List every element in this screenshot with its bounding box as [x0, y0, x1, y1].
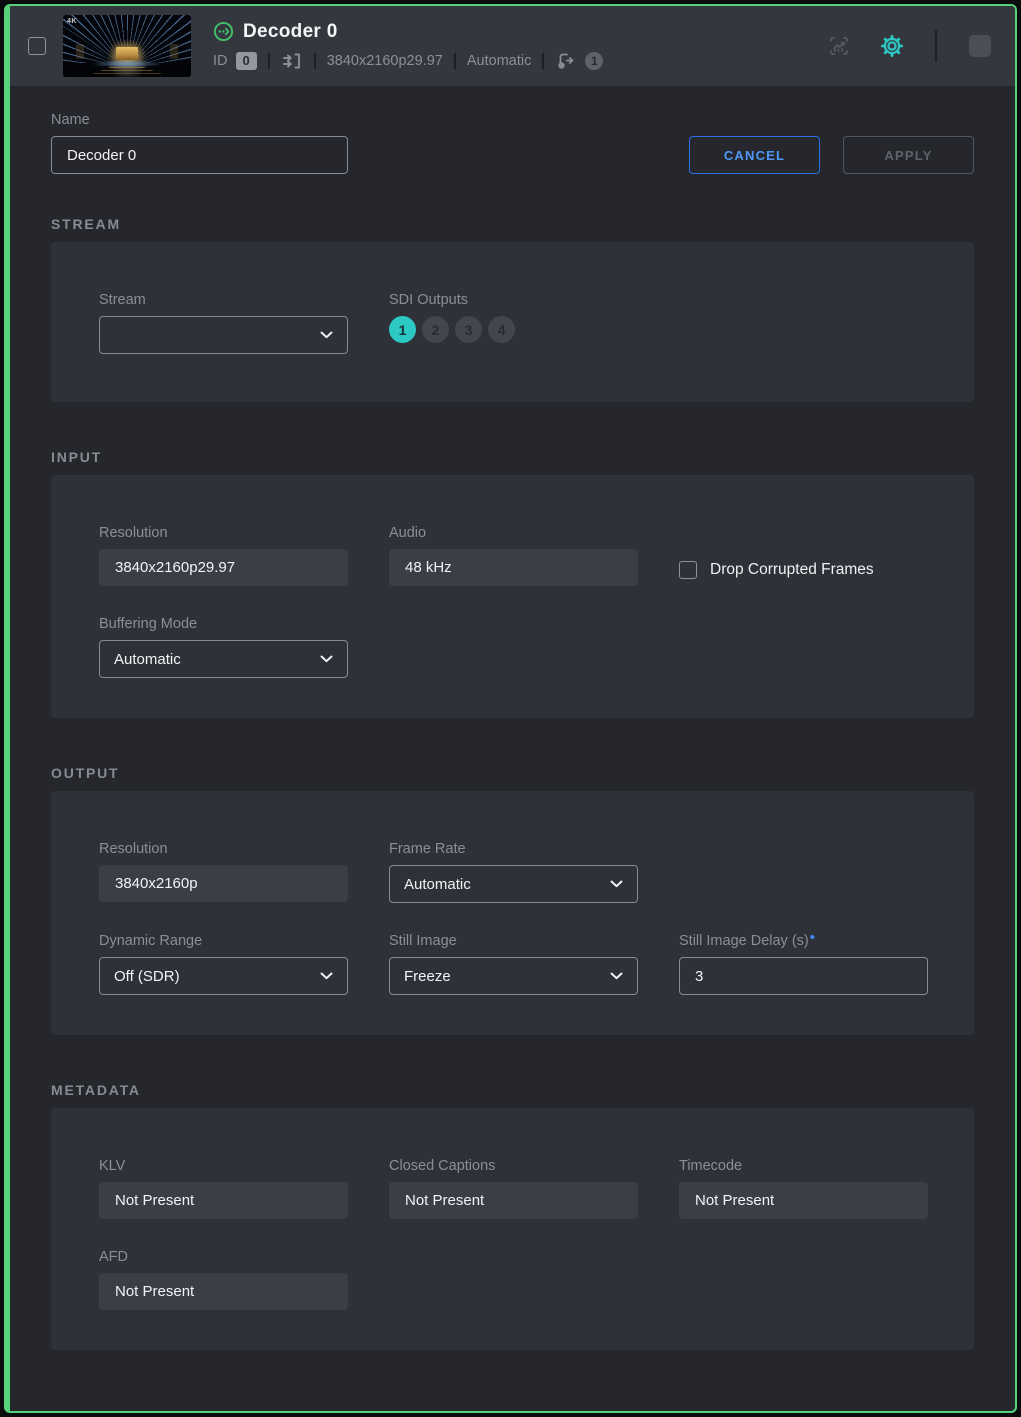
- screen: 4K Decoder 0 ID 0: [0, 0, 1021, 1417]
- stream-card: Stream SDI Outputs 1 2 3 4: [51, 242, 974, 402]
- apply-button: APPLY: [843, 136, 974, 174]
- input-resolution-value: 3840x2160p29.97: [99, 549, 348, 586]
- chevron-down-icon: [320, 331, 333, 339]
- preview-thumbnail[interactable]: 4K: [63, 15, 191, 77]
- chart-icon: [827, 34, 851, 58]
- still-image-value: Freeze: [404, 968, 451, 985]
- decoder-title: Decoder 0: [243, 21, 338, 43]
- klv-value: Not Present: [99, 1182, 348, 1219]
- sdi-outputs-group: 1 2 3 4: [389, 316, 638, 343]
- drop-corrupted-frames-row: Drop Corrupted Frames: [679, 561, 928, 579]
- chevron-down-icon: [320, 972, 333, 980]
- decoder-panel: 4K Decoder 0 ID 0: [4, 4, 1017, 1413]
- dynamic-range-label: Dynamic Range: [99, 933, 348, 949]
- output-routing-icon: [555, 50, 577, 72]
- frame-rate-value: Automatic: [404, 876, 471, 893]
- id-label: ID: [213, 53, 228, 69]
- sdi-output-3[interactable]: 3: [455, 316, 482, 343]
- output-card: Resolution 3840x2160p Frame Rate Automat…: [51, 791, 974, 1035]
- buffering-mode-value: Automatic: [114, 651, 181, 668]
- metadata-section-title: METADATA: [51, 1082, 974, 1098]
- timecode-label: Timecode: [679, 1158, 928, 1174]
- sdi-output-1[interactable]: 1: [389, 316, 416, 343]
- decoder-title-block: Decoder 0 ID 0 3840x2160p29.97 Automatic: [213, 21, 603, 72]
- decoder-header: 4K Decoder 0 ID 0: [10, 6, 1015, 86]
- chevron-down-icon: [320, 655, 333, 663]
- id-badge: 0: [236, 52, 257, 70]
- sdi-output-4[interactable]: 4: [488, 316, 515, 343]
- input-resolution-label: Resolution: [99, 525, 348, 541]
- frame-rate-label: Frame Rate: [389, 841, 638, 857]
- afd-label: AFD: [99, 1249, 348, 1265]
- divider: [542, 53, 544, 69]
- stream-mode: Automatic: [467, 53, 531, 69]
- stream-label: Stream: [99, 292, 348, 308]
- chevron-down-icon: [610, 880, 623, 888]
- still-image-label: Still Image: [389, 933, 638, 949]
- chevron-down-icon: [610, 972, 623, 980]
- statistics-button[interactable]: [827, 34, 851, 58]
- stream-resolution: 3840x2160p29.97: [327, 53, 443, 69]
- drop-corrupted-frames-checkbox[interactable]: [679, 561, 697, 579]
- still-image-select[interactable]: Freeze: [389, 957, 638, 995]
- dynamic-range-value: Off (SDR): [114, 968, 180, 985]
- stop-button[interactable]: [969, 35, 991, 57]
- decoder-meta-row: ID 0 3840x2160p29.97 Automatic: [213, 50, 603, 72]
- stream-select[interactable]: [99, 316, 348, 354]
- settings-button[interactable]: [879, 33, 905, 59]
- sdi-output-2[interactable]: 2: [422, 316, 449, 343]
- required-marker: •: [810, 929, 815, 946]
- divider: [268, 53, 270, 69]
- closed-captions-value: Not Present: [389, 1182, 638, 1219]
- afd-value: Not Present: [99, 1273, 348, 1310]
- output-count-badge: 1: [585, 52, 603, 70]
- closed-captions-label: Closed Captions: [389, 1158, 638, 1174]
- sdi-outputs-label: SDI Outputs: [389, 292, 638, 308]
- klv-label: KLV: [99, 1158, 348, 1174]
- divider: [454, 53, 456, 69]
- audio-value: 48 kHz: [389, 549, 638, 586]
- output-resolution-label: Resolution: [99, 841, 348, 857]
- still-image-delay-input[interactable]: [679, 957, 928, 995]
- dynamic-range-select[interactable]: Off (SDR): [99, 957, 348, 995]
- input-section-title: INPUT: [51, 449, 974, 465]
- input-source-icon: [281, 50, 303, 72]
- input-card: Resolution 3840x2160p29.97 Audio 48 kHz …: [51, 475, 974, 718]
- header-actions: [813, 30, 991, 62]
- gear-icon: [879, 33, 905, 59]
- streaming-status-icon: [213, 21, 234, 42]
- output-resolution-value: 3840x2160p: [99, 865, 348, 902]
- cancel-button[interactable]: CANCEL: [689, 136, 820, 174]
- decoder-settings-form: Name CANCEL APPLY STREAM Stream: [10, 86, 1015, 1411]
- thumbnail-4k-badge: 4K: [67, 18, 77, 25]
- timecode-value: Not Present: [679, 1182, 928, 1219]
- thumbnail-vignette: [63, 15, 191, 77]
- buffering-mode-label: Buffering Mode: [99, 616, 348, 632]
- drop-corrupted-frames-label: Drop Corrupted Frames: [710, 561, 874, 579]
- metadata-card: KLV Not Present Closed Captions Not Pres…: [51, 1108, 974, 1350]
- name-input[interactable]: [51, 136, 348, 174]
- output-section-title: OUTPUT: [51, 765, 974, 781]
- audio-label: Audio: [389, 525, 638, 541]
- select-decoder-checkbox[interactable]: [28, 37, 46, 55]
- divider: [314, 53, 316, 69]
- divider: [935, 30, 937, 62]
- stream-section-title: STREAM: [51, 216, 974, 232]
- buffering-mode-select[interactable]: Automatic: [99, 640, 348, 678]
- still-image-delay-label: Still Image Delay (s)•: [679, 933, 928, 949]
- name-label: Name: [51, 112, 348, 128]
- name-row: Name CANCEL APPLY: [51, 112, 974, 174]
- frame-rate-select[interactable]: Automatic: [389, 865, 638, 903]
